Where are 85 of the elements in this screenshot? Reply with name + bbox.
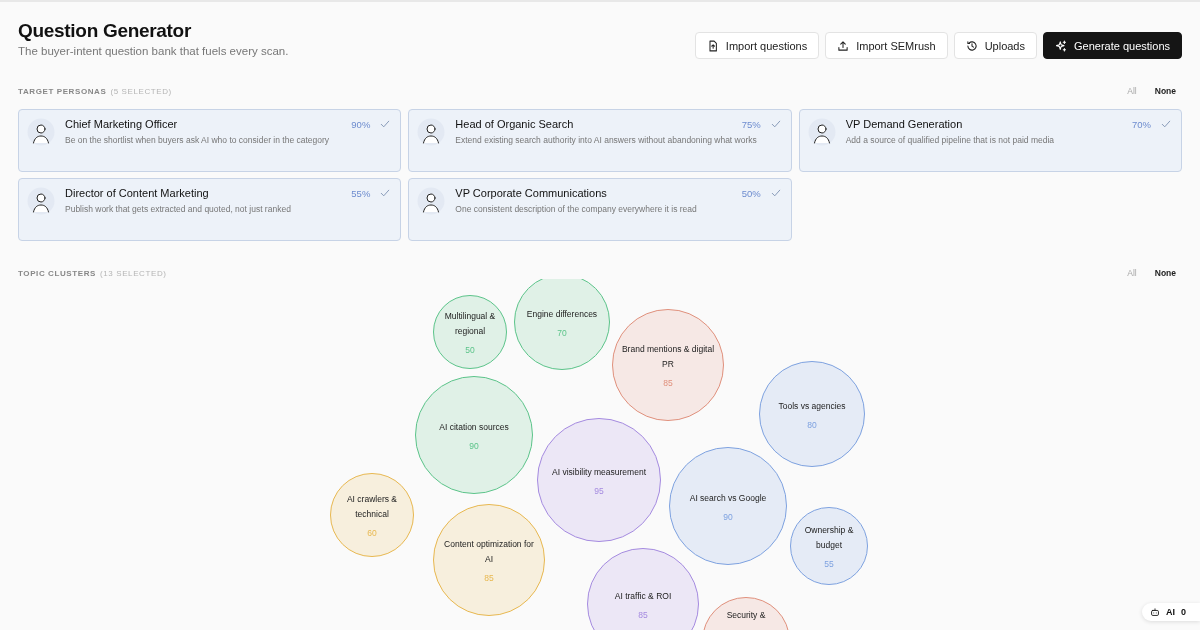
topic-score: 85 (663, 378, 673, 388)
selected-count: (13 SELECTED) (100, 268, 167, 278)
topic-score: 55 (824, 559, 834, 569)
persona-percent: 70% (1132, 118, 1151, 130)
topic-label: Tools vs agencies (777, 399, 847, 413)
sparkle-icon (1055, 39, 1067, 52)
check-icon (380, 119, 391, 129)
check-icon (770, 119, 781, 129)
persona-description: Publish work that gets extracted and quoted, not just ranked (65, 203, 292, 216)
history-icon (965, 39, 978, 52)
persona-description: Add a source of qualified pipeline that is not paid media (845, 134, 1056, 147)
persona-description: Extend existing search authority into AI answers without abandoning what works (455, 134, 758, 147)
check-icon (380, 188, 391, 198)
topic-score: 95 (594, 485, 604, 496)
ai-label: AI (1166, 607, 1175, 617)
persona-name: Head of Organic Search (455, 118, 575, 130)
section-heading: TOPIC CLUSTERS (18, 268, 97, 278)
check-icon (1161, 119, 1171, 129)
topic-score: 90 (469, 440, 479, 451)
topic-bubble[interactable]: AI visibility measurement 95 (537, 418, 661, 542)
topic-label: Engine differences (525, 307, 599, 321)
persona-percent: 75% (741, 118, 761, 130)
avatar-icon (27, 118, 55, 146)
page-subtitle: The buyer-intent question bank that fuels every scan. (18, 45, 289, 57)
ai-badge[interactable]: AI 0 (1142, 603, 1200, 621)
persona-description: Be on the shortlist when buyers ask AI who to consider in the category (65, 134, 331, 147)
topic-label: AI visibility measurement (551, 465, 647, 479)
topic-bubble[interactable]: AI citation sources 90 (415, 376, 533, 494)
avatar-icon (807, 118, 836, 146)
avatar-icon (27, 187, 55, 215)
topic-label: Content optimization for AI (443, 538, 535, 566)
persona-name: Director of Content Marketing (65, 187, 210, 199)
topic-label: Multilingual & regional (443, 310, 497, 338)
select-none-button[interactable]: None (1154, 86, 1176, 96)
topic-label: AI crawlers & technical (345, 493, 399, 521)
topic-bubble[interactable]: Engine differences 70 (514, 279, 610, 370)
file-icon (706, 39, 719, 52)
topic-bubble[interactable]: Security & (702, 597, 790, 630)
persona-card[interactable]: Head of Organic Search 75% Extend existing search authority into AI answers without abandoning what works (408, 109, 792, 172)
topic-score: 60 (367, 528, 377, 538)
topic-bubble[interactable]: AI traffic & ROI 85 (587, 548, 699, 630)
persona-card[interactable]: VP Demand Generation 70% Add a source of qualified pipeline that is not paid media (798, 109, 1182, 172)
persona-percent: 55% (351, 187, 371, 199)
page-title: Question Generator (18, 20, 193, 42)
persona-card[interactable]: Chief Marketing Officer 90% Be on the shortlist when buyers ask AI who to consider in the category (18, 109, 402, 172)
topic-bubble[interactable]: Multilingual & regional 50 (433, 295, 507, 369)
topic-bubble[interactable]: Content optimization for AI 85 (433, 504, 545, 616)
select-none-button[interactable]: None (1154, 268, 1176, 278)
avatar-icon (417, 187, 446, 215)
topic-bubble[interactable]: Brand mentions & digital PR 85 (612, 309, 724, 421)
topic-score: 85 (484, 573, 494, 583)
topic-bubble[interactable]: Tools vs agencies 80 (759, 361, 865, 467)
ai-count: 0 (1181, 607, 1186, 617)
topic-label: AI search vs Google (688, 491, 768, 505)
persona-card[interactable]: VP Corporate Communications 50% One consistent description of the company everywhere it is read (408, 178, 792, 241)
toolbar-button[interactable]: Import SEMrush (825, 32, 948, 59)
persona-name: VP Corporate Communications (455, 187, 608, 199)
persona-description: One consistent description of the company everywhere it is read (455, 203, 698, 216)
topic-score: 80 (807, 419, 817, 430)
persona-name: Chief Marketing Officer (65, 118, 179, 130)
topic-bubble[interactable]: AI crawlers & technical 60 (330, 473, 414, 557)
check-icon (770, 188, 781, 198)
persona-name: VP Demand Generation (845, 118, 964, 130)
topic-score: 50 (465, 345, 475, 355)
topic-bubble[interactable]: Ownership & budget 55 (790, 507, 868, 585)
topic-label: Security & (725, 609, 767, 622)
avatar-icon (417, 118, 446, 146)
topic-score: 90 (723, 511, 733, 522)
section-heading: TARGET PERSONAS (18, 86, 107, 96)
toolbar-button[interactable]: Uploads (953, 32, 1037, 59)
topic-score: 70 (557, 327, 567, 338)
topic-label: Ownership & budget (803, 524, 855, 552)
topic-label: AI citation sources (438, 420, 510, 434)
persona-percent: 50% (741, 187, 761, 199)
topic-label: AI traffic & ROI (613, 589, 673, 603)
generate-button[interactable]: Generate questions (1043, 32, 1182, 59)
topic-score: 85 (638, 609, 648, 620)
robot-icon (1150, 607, 1160, 617)
persona-card[interactable]: Director of Content Marketing 55% Publish work that gets extracted and quoted, not just ranked (18, 178, 402, 241)
topic-bubble[interactable]: AI search vs Google 90 (669, 447, 787, 565)
persona-percent: 90% (351, 118, 371, 130)
topic-label: Brand mentions & digital PR (620, 343, 716, 371)
selected-count: (5 SELECTED) (110, 86, 172, 96)
toolbar-button[interactable]: Import questions (694, 32, 820, 59)
upload-icon (837, 39, 850, 52)
